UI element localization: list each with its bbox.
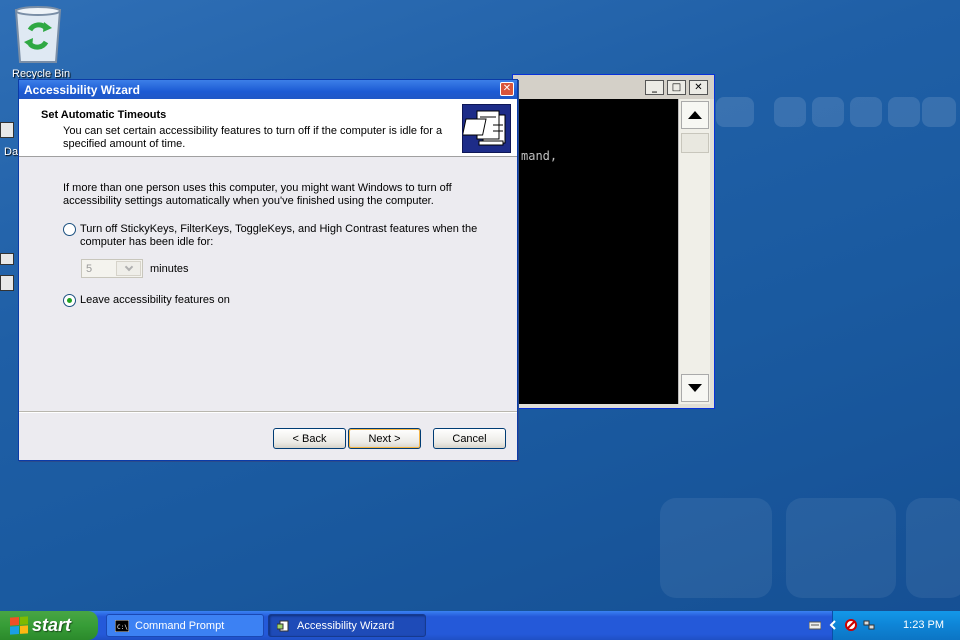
scroll-down-button[interactable] bbox=[681, 374, 709, 402]
minutes-label: minutes bbox=[150, 262, 189, 275]
chevron-left-icon[interactable] bbox=[827, 619, 839, 631]
minimize-button[interactable]: _ bbox=[645, 80, 664, 95]
taskbar-button-command-prompt[interactable]: C:\ Command Prompt bbox=[106, 614, 264, 637]
task-label: Command Prompt bbox=[135, 619, 225, 632]
close-button[interactable]: ✕ bbox=[500, 82, 514, 96]
svg-text:C:\: C:\ bbox=[117, 624, 128, 631]
arrow-up-icon bbox=[688, 111, 702, 119]
desktop-tile bbox=[922, 97, 956, 127]
chevron-down-icon bbox=[124, 262, 133, 272]
turn-off-option[interactable]: Turn off StickyKeys, FilterKeys, ToggleK… bbox=[63, 223, 483, 249]
recycle-bin-icon bbox=[12, 4, 64, 66]
desktop-shortcut-icon[interactable] bbox=[0, 122, 14, 138]
wizard-header: Set Automatic Timeouts You can set certa… bbox=[19, 99, 517, 157]
console-icon: C:\ bbox=[115, 619, 129, 632]
wizard-content: If more than one person uses this comput… bbox=[63, 182, 483, 248]
console-text: mand, bbox=[521, 149, 558, 163]
close-button[interactable]: ✕ bbox=[689, 80, 708, 95]
desktop-shortcut-icon[interactable] bbox=[0, 253, 14, 265]
arrow-down-icon bbox=[688, 384, 702, 392]
task-label: Accessibility Wizard bbox=[297, 619, 395, 632]
desktop-tile bbox=[774, 97, 806, 127]
idle-minutes-group: 5 minutes bbox=[81, 259, 189, 278]
leave-on-radio[interactable] bbox=[63, 294, 76, 307]
scroll-up-button[interactable] bbox=[681, 101, 709, 129]
turn-off-radio[interactable] bbox=[63, 223, 76, 236]
turn-off-option-label: Turn off StickyKeys, FilterKeys, ToggleK… bbox=[80, 223, 478, 248]
taskbar: start C:\ Command Prompt Accessibility W… bbox=[0, 611, 960, 640]
scroll-thumb[interactable] bbox=[681, 133, 709, 153]
maximize-button[interactable]: □ bbox=[667, 80, 686, 95]
vertical-scrollbar[interactable] bbox=[678, 99, 710, 404]
desktop-tile bbox=[888, 97, 920, 127]
next-button[interactable]: Next > bbox=[348, 428, 421, 449]
leave-on-option-label: Leave accessibility features on bbox=[80, 294, 230, 306]
button-separator bbox=[19, 411, 517, 413]
keyboard-icon[interactable] bbox=[809, 619, 821, 631]
desktop-tile bbox=[660, 498, 772, 598]
system-tray: 1:23 PM bbox=[809, 611, 960, 640]
intro-text: If more than one person uses this comput… bbox=[63, 182, 452, 207]
leave-on-option[interactable]: Leave accessibility features on bbox=[63, 294, 483, 307]
desktop-tile bbox=[716, 97, 754, 127]
accessibility-icon bbox=[277, 620, 289, 631]
start-label: start bbox=[32, 615, 72, 635]
idle-minutes-dropdown[interactable]: 5 bbox=[81, 259, 143, 278]
start-button[interactable]: start bbox=[0, 611, 98, 640]
cancel-button[interactable]: Cancel bbox=[433, 428, 506, 449]
accessibility-wizard-dialog[interactable]: Accessibility Wizard ✕ Set Automatic Tim… bbox=[18, 79, 518, 461]
command-prompt-window[interactable]: _ □ ✕ mand, bbox=[512, 74, 715, 409]
desktop-tile bbox=[850, 97, 882, 127]
close-icon: ✕ bbox=[502, 83, 512, 94]
window-frame bbox=[513, 404, 714, 408]
desktop-tile bbox=[906, 498, 960, 598]
dialog-titlebar[interactable]: Accessibility Wizard ✕ bbox=[19, 80, 517, 99]
back-button[interactable]: < Back bbox=[273, 428, 346, 449]
dialog-title: Accessibility Wizard bbox=[24, 83, 140, 97]
clock[interactable]: 1:23 PM bbox=[903, 619, 944, 631]
console-titlebar[interactable]: _ □ ✕ bbox=[513, 75, 714, 99]
desktop-shortcut-label: Da bbox=[4, 146, 19, 158]
desktop-shortcut-icon[interactable] bbox=[0, 275, 14, 291]
dropdown-arrow[interactable] bbox=[116, 261, 141, 276]
page-title: Set Automatic Timeouts bbox=[41, 109, 167, 121]
network-icon[interactable] bbox=[863, 619, 875, 631]
desktop-tile bbox=[786, 498, 896, 598]
wizard-banner-icon bbox=[462, 104, 511, 153]
page-subtitle: You can set certain accessibility featur… bbox=[63, 125, 443, 150]
windows-logo-icon bbox=[10, 616, 28, 635]
security-alert-icon[interactable] bbox=[845, 619, 857, 631]
desktop-tile bbox=[812, 97, 844, 127]
idle-minutes-value: 5 bbox=[86, 263, 93, 275]
taskbar-button-accessibility-wizard[interactable]: Accessibility Wizard bbox=[268, 614, 426, 637]
window-frame bbox=[710, 99, 714, 408]
recycle-bin-shortcut[interactable]: Recycle Bin bbox=[6, 4, 70, 80]
